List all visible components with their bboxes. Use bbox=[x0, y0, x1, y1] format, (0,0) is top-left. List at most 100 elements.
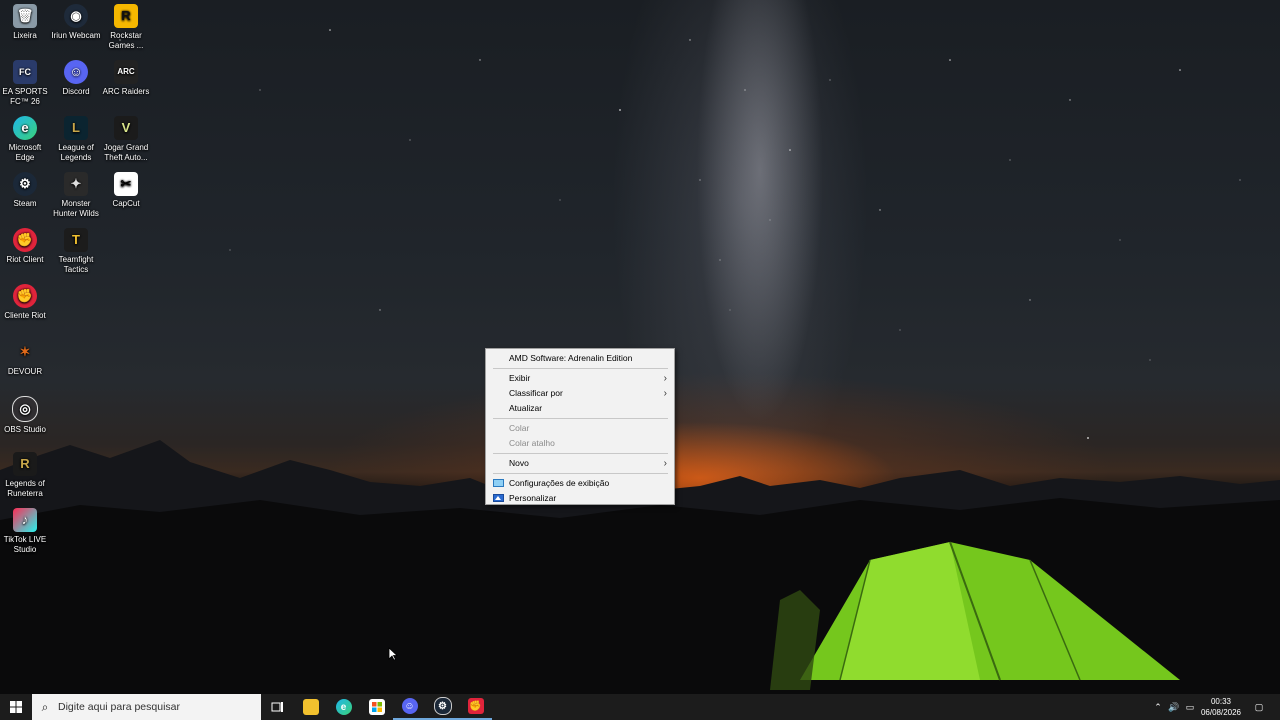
menu-item-label: Atualizar bbox=[509, 403, 543, 413]
desktop-icon-label: Steam bbox=[13, 199, 37, 208]
menu-item-label: Classificar por bbox=[509, 388, 563, 398]
menu-item-atualizar[interactable]: Atualizar bbox=[486, 401, 674, 416]
desktop-icon-label: TikTok LIVE Studio bbox=[3, 535, 47, 554]
menu-item-label: Novo bbox=[509, 458, 529, 468]
taskbar-clock[interactable]: 00:33 06/08/2026 bbox=[1199, 696, 1243, 718]
taskbar-app-steam[interactable]: ⚙ bbox=[426, 694, 459, 720]
teamfight-tactics-icon: T bbox=[64, 228, 88, 252]
desktop-icon-iriun-webcam[interactable]: ◉ Iriun Webcam bbox=[51, 0, 101, 41]
desktop-icon-label: Jogar Grand Theft Auto... bbox=[103, 143, 149, 162]
discord-icon: ☺ bbox=[64, 60, 88, 84]
desktop-icon-label: ARC Raiders bbox=[102, 87, 150, 96]
desktop-icon-lixeira[interactable]: 🗑 Lixeira bbox=[0, 0, 50, 41]
cliente-riot-icon: ✊ bbox=[13, 284, 37, 308]
desktop-icon-label: Microsoft Edge bbox=[8, 143, 42, 162]
capcut-icon: ✂ bbox=[114, 172, 138, 196]
menu-item-label: Colar atalho bbox=[509, 438, 555, 448]
desktop-context-menu: AMD Software: Adrenalin Edition Exibir ›… bbox=[485, 348, 675, 505]
riot-client-icon: ✊ bbox=[13, 228, 37, 252]
desktop-icon-label: CapCut bbox=[112, 199, 140, 208]
desktop-icon-discord[interactable]: ☺ Discord bbox=[51, 56, 101, 97]
menu-item-novo[interactable]: Novo › bbox=[486, 456, 674, 471]
taskbar-app-riot-client[interactable]: ✊ bbox=[459, 694, 492, 720]
desktop-icon-teamfight-tactics[interactable]: T Teamfight Tactics bbox=[51, 224, 101, 275]
menu-item-label: Colar bbox=[509, 423, 530, 433]
desktop-icon-capcut[interactable]: ✂ CapCut bbox=[101, 168, 151, 209]
start-button[interactable] bbox=[0, 694, 32, 720]
desktop-icon-label: Riot Client bbox=[6, 255, 44, 264]
gta-icon: V bbox=[114, 116, 138, 140]
desktop-icon-label: Iriun Webcam bbox=[51, 31, 101, 40]
desktop-icon-legends-of-runeterra[interactable]: R Legends of Runeterra bbox=[0, 448, 50, 499]
ea-sports-fc-icon: FC bbox=[13, 60, 37, 84]
monster-hunter-icon: ✦ bbox=[64, 172, 88, 196]
task-view-icon bbox=[271, 702, 283, 712]
desktop-icon-label: Cliente Riot bbox=[4, 311, 46, 320]
desktop-wallpaper[interactable] bbox=[0, 0, 1280, 694]
desktop-icon-label: Lixeira bbox=[13, 31, 37, 40]
desktop-icon-devour[interactable]: ✶ DEVOUR bbox=[0, 336, 50, 377]
desktop-icon-monster-hunter[interactable]: ✦ Monster Hunter Wilds bbox=[51, 168, 101, 219]
league-of-legends-icon: L bbox=[64, 116, 88, 140]
desktop-icon-label: Discord bbox=[62, 87, 90, 96]
devour-icon: ✶ bbox=[19, 344, 31, 359]
desktop-icon-label: League of Legends bbox=[58, 143, 94, 162]
menu-separator bbox=[493, 473, 668, 474]
chevron-right-icon: › bbox=[663, 458, 667, 469]
search-icon: ⌕ bbox=[41, 699, 49, 714]
steam-icon: ⚙ bbox=[13, 172, 37, 196]
network-icon[interactable]: ▭ bbox=[1182, 702, 1198, 713]
file-explorer-icon bbox=[302, 699, 319, 715]
mouse-cursor-icon bbox=[388, 647, 398, 661]
desktop-icon-obs-studio[interactable]: ◎ OBS Studio bbox=[0, 392, 50, 435]
desktop-icon-tiktok-live-studio[interactable]: ♪ TikTok LIVE Studio bbox=[0, 504, 50, 555]
menu-item-personalizar[interactable]: Personalizar bbox=[486, 491, 674, 506]
desktop-icon-label: Rockstar Games ... bbox=[108, 31, 144, 50]
taskbar-app-edge[interactable]: e bbox=[327, 694, 360, 720]
legends-of-runeterra-icon: R bbox=[13, 452, 37, 476]
taskbar-app-microsoft-store[interactable] bbox=[360, 694, 393, 720]
desktop-icon-label: Legends of Runeterra bbox=[5, 479, 45, 498]
task-view-button[interactable] bbox=[261, 694, 294, 720]
desktop-icon-arc-raiders[interactable]: ARC ARC Raiders bbox=[101, 56, 151, 97]
notification-center-button[interactable]: ▢ bbox=[1248, 694, 1270, 720]
menu-item-label: AMD Software: Adrenalin Edition bbox=[509, 353, 633, 363]
taskbar-app-file-explorer[interactable] bbox=[294, 694, 327, 720]
desktop-icon-label: EA SPORTS FC™ 26 bbox=[2, 87, 48, 106]
taskbar-app-discord[interactable]: ☺ bbox=[393, 694, 426, 720]
notification-icon: ▢ bbox=[1254, 701, 1264, 712]
taskbar-search-box[interactable]: ⌕ Digite aqui para pesquisar bbox=[32, 694, 261, 720]
menu-item-label: Exibir bbox=[509, 373, 531, 383]
search-placeholder: Digite aqui para pesquisar bbox=[58, 701, 180, 713]
desktop-icon-ea-sports-fc[interactable]: FC EA SPORTS FC™ 26 bbox=[0, 56, 50, 107]
menu-item-colar: Colar bbox=[486, 421, 674, 436]
desktop-icon-gta[interactable]: V Jogar Grand Theft Auto... bbox=[101, 112, 151, 163]
desktop-icon-league-of-legends[interactable]: L League of Legends bbox=[51, 112, 101, 163]
clock-date: 06/08/2026 bbox=[1200, 708, 1242, 717]
menu-item-configuracoes-de-exibicao[interactable]: Configurações de exibição bbox=[486, 476, 674, 491]
desktop-icon-label: DEVOUR bbox=[7, 367, 43, 376]
menu-separator bbox=[493, 368, 668, 369]
desktop-icon-rockstar-games[interactable]: R Rockstar Games ... bbox=[101, 0, 151, 51]
menu-separator bbox=[493, 453, 668, 454]
obs-studio-icon: ◎ bbox=[12, 396, 38, 422]
desktop-icon-microsoft-edge[interactable]: e Microsoft Edge bbox=[0, 112, 50, 163]
menu-item-label: Configurações de exibição bbox=[509, 478, 610, 488]
display-settings-icon bbox=[493, 479, 504, 487]
menu-item-colar-atalho: Colar atalho bbox=[486, 436, 674, 451]
desktop-icon-riot-client[interactable]: ✊ Riot Client bbox=[0, 224, 50, 265]
menu-item-exibir[interactable]: Exibir › bbox=[486, 371, 674, 386]
volume-icon[interactable]: 🔊 bbox=[1166, 702, 1182, 713]
desktop-icon-cliente-riot[interactable]: ✊ Cliente Riot bbox=[0, 280, 50, 321]
desktop-icon-steam[interactable]: ⚙ Steam bbox=[0, 168, 50, 209]
tiktok-live-studio-icon: ♪ bbox=[13, 508, 37, 532]
menu-item-label: Personalizar bbox=[509, 493, 557, 503]
menu-item-amd-software[interactable]: AMD Software: Adrenalin Edition bbox=[486, 351, 674, 366]
desktop-icon-label: OBS Studio bbox=[4, 425, 46, 434]
iriun-webcam-icon: ◉ bbox=[64, 4, 88, 28]
mountain-silhouette bbox=[0, 440, 1280, 694]
recycle-bin-icon: 🗑 bbox=[13, 4, 37, 28]
taskbar: ⌕ Digite aqui para pesquisar e ☺ ⚙ ✊ ⌃ 🔊… bbox=[0, 694, 1280, 720]
chevron-up-icon[interactable]: ⌃ bbox=[1150, 702, 1166, 713]
menu-item-classificar-por[interactable]: Classificar por › bbox=[486, 386, 674, 401]
